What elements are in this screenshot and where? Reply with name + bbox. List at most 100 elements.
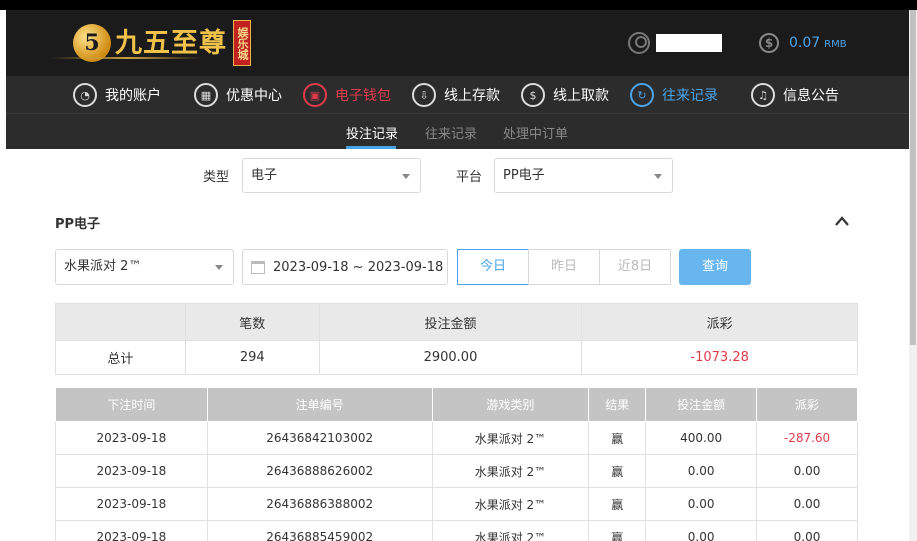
today-button[interactable]: 今日 <box>457 249 529 285</box>
game-type: 水果派对 2™ <box>431 454 590 488</box>
username-redacted <box>656 34 722 52</box>
payout: 0.00 <box>756 454 858 488</box>
chevron-down-icon <box>654 174 662 179</box>
nav-label: 往来记录 <box>662 88 718 104</box>
main-nav: ◔ 我的账户 ▦ 优惠中心 ▣ 电子钱包 ⇩ 线上存款 $ 线上取款 ↻ 往来记… <box>6 76 909 114</box>
bet-detail-table: 下注时间 注单编号 游戏类别 结果 投注金额 派彩 2023-09-18 264… <box>55 387 858 541</box>
withdraw-icon: $ <box>521 83 545 107</box>
bet-time: 2023-09-18 <box>55 421 208 455</box>
nav-transaction-records[interactable]: ↻ 往来记录 <box>630 82 718 108</box>
result: 赢 <box>588 421 647 455</box>
logo-text: 九五至尊 <box>115 27 227 59</box>
nav-online-withdraw[interactable]: $ 线上取款 <box>521 82 609 108</box>
header-bet-amount[interactable]: 投注金额 <box>645 387 758 422</box>
last-8-days-button[interactable]: 近8日 <box>599 249 671 285</box>
coin-icon: $ <box>759 33 779 53</box>
records-icon: ↻ <box>630 83 654 107</box>
header-bet-id[interactable]: 注单编号 <box>206 387 433 422</box>
type-label: 类型 <box>203 170 230 185</box>
section-title: PP电子 <box>55 217 101 232</box>
header-result[interactable]: 结果 <box>588 387 647 422</box>
nav-label: 优惠中心 <box>226 88 282 104</box>
wallet-icon: ▣ <box>303 83 327 107</box>
query-button[interactable]: 查询 <box>679 249 751 285</box>
balance-value: 0.07 <box>789 35 821 51</box>
detail-header-row: 下注时间 注单编号 游戏类别 结果 投注金额 派彩 <box>55 387 858 422</box>
balance-area: $ 0.07 RMB <box>759 33 847 53</box>
deposit-icon: ⇩ <box>412 83 436 107</box>
nav-label: 线上存款 <box>444 88 500 104</box>
logo[interactable]: 5 九五至尊 娱乐城 <box>73 15 251 71</box>
tab-bet-records[interactable]: 投注记录 <box>346 123 398 142</box>
table-row: 2023-09-18 26436842103002 水果派对 2™ 赢 400.… <box>55 421 858 455</box>
user-area[interactable] <box>628 32 722 54</box>
result: 赢 <box>588 454 647 488</box>
summary-header-row: 笔数 投注金额 派彩 <box>55 303 858 341</box>
summary-total-label: 总计 <box>55 340 186 375</box>
chevron-down-icon <box>402 174 410 179</box>
summary-payout: -1073.28 <box>581 340 858 375</box>
result: 赢 <box>588 520 647 541</box>
nav-label: 信息公告 <box>783 88 839 104</box>
nav-promotions[interactable]: ▦ 优惠中心 <box>194 82 282 108</box>
platform-label: 平台 <box>456 170 483 185</box>
platform-select-value: PP电子 <box>503 168 545 183</box>
platform-select[interactable]: PP电子 <box>494 158 673 193</box>
bet-id: 26436885459002 <box>206 520 433 541</box>
user-icon: ◔ <box>73 83 97 107</box>
bet-id: 26436886388002 <box>206 487 433 521</box>
chevron-up-icon[interactable] <box>834 214 850 228</box>
summary-table: 笔数 投注金额 派彩 总计 294 2900.00 -1073.28 <box>55 303 858 375</box>
game-select-value: 水果派对 2™ <box>64 259 142 274</box>
gift-icon: ▦ <box>194 83 218 107</box>
result: 赢 <box>588 487 647 521</box>
logo-badge: 娱乐城 <box>233 20 251 66</box>
scrollbar-thumb[interactable] <box>910 10 916 345</box>
payout: 0.00 <box>756 520 858 541</box>
header-game-type[interactable]: 游戏类别 <box>431 387 590 422</box>
table-row: 2023-09-18 26436888626002 水果派对 2™ 赢 0.00… <box>55 454 858 488</box>
nav-label: 我的账户 <box>105 88 161 104</box>
calendar-icon <box>251 260 265 274</box>
sub-nav: 投注记录 往来记录 处理中订单 <box>6 114 909 149</box>
game-select[interactable]: 水果派对 2™ <box>55 249 234 285</box>
tab-pending-orders[interactable]: 处理中订单 <box>503 123 568 142</box>
nav-label: 线上取款 <box>553 88 609 104</box>
type-select[interactable]: 电子 <box>242 158 421 193</box>
bet-amount: 400.00 <box>645 421 758 455</box>
summary-total-row: 总计 294 2900.00 -1073.28 <box>55 340 858 375</box>
summary-header-cell: 派彩 <box>581 303 858 341</box>
bell-icon: ♫ <box>751 83 775 107</box>
summary-count: 294 <box>184 340 320 375</box>
summary-header-cell: 笔数 <box>184 303 320 341</box>
nav-my-account[interactable]: ◔ 我的账户 <box>73 82 161 108</box>
header-bet-time[interactable]: 下注时间 <box>55 387 208 422</box>
bet-amount: 0.00 <box>645 520 758 541</box>
user-icon <box>628 32 650 54</box>
nav-label: 电子钱包 <box>335 88 391 104</box>
summary-bet-amount: 2900.00 <box>318 340 583 375</box>
type-select-value: 电子 <box>251 168 278 183</box>
nav-online-deposit[interactable]: ⇩ 线上存款 <box>412 82 500 108</box>
nav-e-wallet[interactable]: ▣ 电子钱包 <box>303 82 391 108</box>
game-type: 水果派对 2™ <box>431 421 590 455</box>
page-scrollbar[interactable] <box>909 10 917 541</box>
bet-time: 2023-09-18 <box>55 454 208 488</box>
summary-header-cell <box>55 303 186 341</box>
logo-ornament <box>52 57 202 59</box>
bet-id: 26436842103002 <box>206 421 433 455</box>
header: 5 九五至尊 娱乐城 $ 0.07 RMB <box>6 10 909 76</box>
date-range-input[interactable]: 2023-09-18 ~ 2023-09-18 <box>242 249 448 285</box>
summary-header-cell: 投注金额 <box>318 303 583 341</box>
nav-announcements[interactable]: ♫ 信息公告 <box>751 82 839 108</box>
bet-id: 26436888626002 <box>206 454 433 488</box>
tab-transaction-records[interactable]: 往来记录 <box>425 123 477 142</box>
balance-unit: RMB <box>824 39 847 50</box>
payout: 0.00 <box>756 487 858 521</box>
yesterday-button[interactable]: 昨日 <box>528 249 600 285</box>
bet-amount: 0.00 <box>645 454 758 488</box>
payout: -287.60 <box>756 421 858 455</box>
table-row: 2023-09-18 26436885459002 水果派对 2™ 赢 0.00… <box>55 520 858 541</box>
bet-time: 2023-09-18 <box>55 487 208 521</box>
header-payout[interactable]: 派彩 <box>756 387 858 422</box>
